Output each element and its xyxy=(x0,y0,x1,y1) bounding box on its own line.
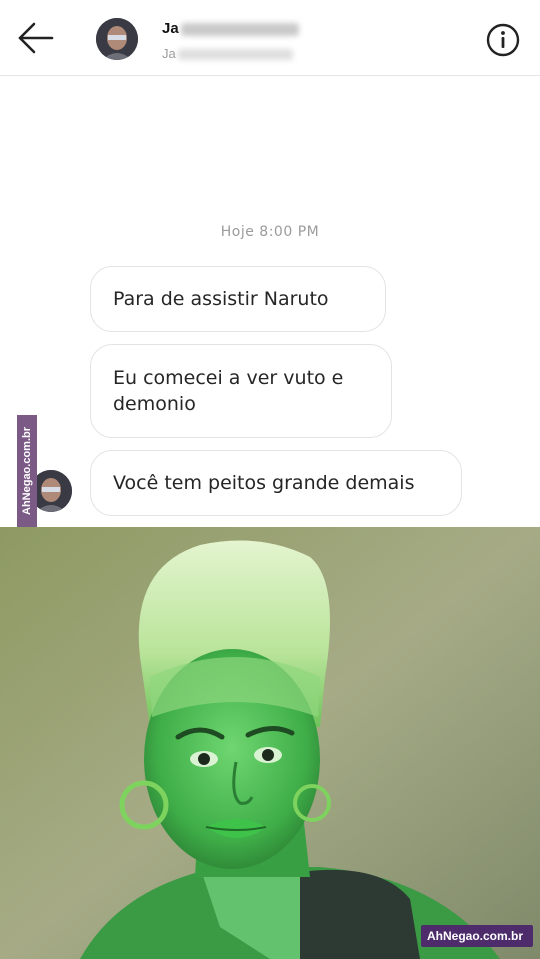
info-button[interactable] xyxy=(485,22,521,58)
contact-username: Ja xyxy=(162,46,293,61)
message-text: Para de assistir Naruto xyxy=(113,288,329,310)
contact-name[interactable]: Ja xyxy=(162,20,299,37)
blurred-name xyxy=(180,22,299,36)
message-bubble[interactable]: Para de assistir Naruto xyxy=(90,266,386,332)
info-circle-icon xyxy=(486,23,520,57)
blurred-username xyxy=(177,49,293,61)
watermark-bottom-text: AhNegao.com.br xyxy=(427,929,524,943)
message-text: Você tem peitos grande demais xyxy=(113,472,415,494)
message-bubble[interactable]: Você tem peitos grande demais xyxy=(90,450,462,516)
watermark-bottom: AhNegao.com.br xyxy=(421,925,533,947)
arrow-left-icon xyxy=(18,22,54,54)
contact-avatar[interactable] xyxy=(96,18,138,60)
message-timestamp: Hoje 8:00 PM xyxy=(220,224,320,240)
message-text: Eu comecei a ver vuto e demonio xyxy=(113,367,344,415)
meme-image xyxy=(0,527,540,959)
watermark-side: AhNegao.com.br xyxy=(17,415,37,527)
back-button[interactable] xyxy=(14,18,58,58)
message-bubble[interactable]: Eu comecei a ver vuto e demonio xyxy=(90,344,392,438)
chat-header: Ja Ja xyxy=(0,0,540,76)
